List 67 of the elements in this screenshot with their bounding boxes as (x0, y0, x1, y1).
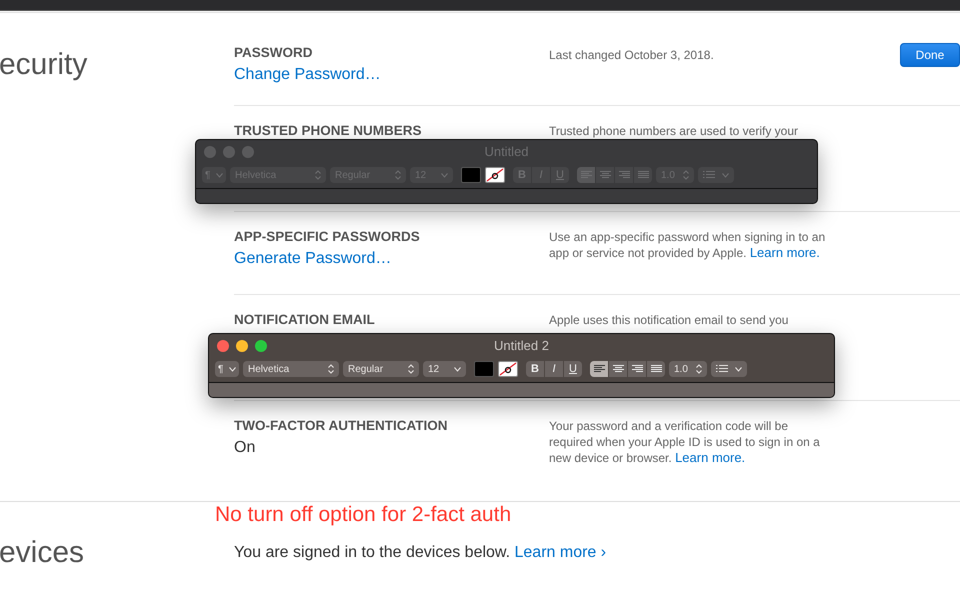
devices-description: You are signed in to the devices below. Learn more › (234, 543, 606, 562)
line-spacing-stepper[interactable]: 1.0 (669, 361, 707, 377)
chevron-down-icon (454, 366, 461, 372)
align-left-button[interactable] (590, 361, 608, 377)
learn-more-link[interactable]: Learn more. (750, 245, 820, 260)
annotation-text: No turn off option for 2-fact auth (215, 503, 512, 527)
italic-button[interactable]: I (545, 361, 563, 377)
chevron-down-icon (216, 172, 223, 178)
text-color-well[interactable] (461, 167, 481, 183)
list-bullets-icon (703, 171, 715, 179)
description: Your password and a verification code will be required when your Apple ID is used to sign in on a new device or browser. Learn more. (549, 418, 821, 466)
paragraph-style-dropdown[interactable]: ¶ (215, 361, 239, 377)
close-button[interactable] (217, 340, 229, 352)
description: Last changed October 3, 2018. (549, 47, 715, 63)
stepper-icon (395, 170, 401, 180)
align-center-icon (600, 171, 610, 179)
stepper-icon (315, 170, 321, 180)
list-style-dropdown[interactable] (711, 361, 747, 377)
description: Trusted phone numbers are used to verify your (549, 123, 800, 139)
link[interactable]: Generate Password… (234, 250, 549, 268)
description: Use an app-specific password when signing in to an app or service not provided by Apple. Learn more. (549, 229, 826, 261)
no-highlight-icon (486, 168, 504, 182)
status-value: On (234, 439, 256, 457)
description: Apple uses this notification email to send you (549, 312, 790, 328)
align-center-icon (612, 365, 624, 373)
align-justify-icon (650, 365, 662, 373)
section-title: ecurity (0, 47, 88, 82)
text-color-well[interactable] (474, 361, 494, 377)
underline-button[interactable]: U (564, 361, 582, 377)
close-button[interactable] (204, 146, 216, 158)
stepper-icon (683, 170, 689, 180)
list-bullets-icon (716, 365, 728, 373)
row-label: TRUSTED PHONE NUMBERS (234, 123, 423, 138)
align-left-icon (594, 365, 604, 373)
highlight-color-well[interactable] (498, 361, 518, 377)
row-label: TWO-FACTOR AUTHENTICATION (234, 418, 448, 433)
chevron-down-icon (735, 366, 742, 372)
stepper-icon (328, 364, 334, 374)
bold-button[interactable]: B (526, 361, 544, 377)
typeface-dropdown[interactable]: Regular (343, 361, 419, 377)
align-right-icon (632, 365, 642, 373)
row-label: PASSWORD (234, 45, 314, 60)
highlight-color-well[interactable] (485, 167, 505, 183)
chevron-down-icon (722, 172, 729, 178)
align-justify-button[interactable] (647, 361, 665, 377)
chevron-down-icon (441, 172, 448, 178)
done-button[interactable]: Done (900, 43, 960, 67)
align-right-button[interactable] (628, 361, 646, 377)
stepper-icon (408, 364, 414, 374)
minimize-button[interactable] (236, 340, 248, 352)
link[interactable]: Change Password… (234, 66, 549, 84)
learn-more-link[interactable]: Learn more › (514, 544, 606, 561)
row-label: APP-SPECIFIC PASSWORDS (234, 229, 421, 244)
align-center-button[interactable] (609, 361, 627, 377)
stepper-icon (696, 364, 702, 374)
font-family-dropdown[interactable]: Helvetica (243, 361, 339, 377)
learn-more-link[interactable]: Learn more. (675, 450, 746, 465)
row-label: NOTIFICATION EMAIL (234, 312, 376, 327)
align-left-icon (580, 171, 592, 179)
no-highlight-icon (499, 362, 517, 376)
zoom-button[interactable] (255, 340, 267, 352)
align-right-icon (618, 171, 630, 179)
window-title: Untitled 2 (494, 338, 549, 353)
font-size-combo[interactable]: 12 (423, 361, 466, 377)
section-title: evices (0, 536, 86, 570)
align-justify-icon (638, 171, 648, 179)
chevron-down-icon (229, 366, 236, 372)
